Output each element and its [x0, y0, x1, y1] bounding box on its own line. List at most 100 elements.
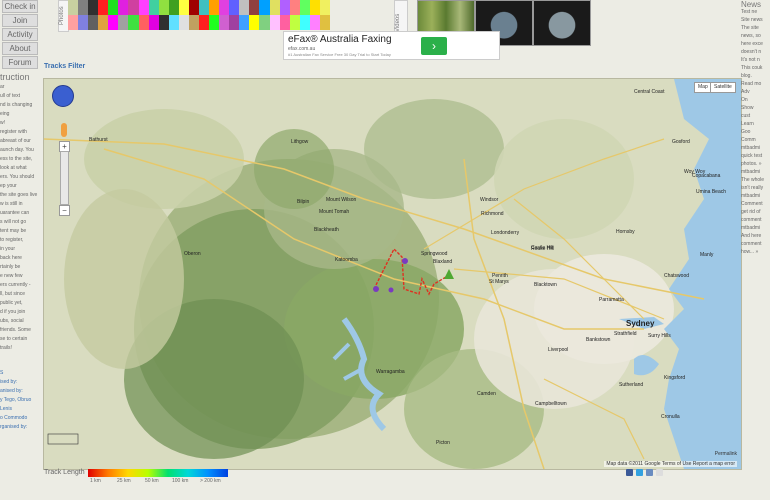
permalink-link[interactable]: Permalink: [715, 451, 737, 457]
ad-description: #1 Australian Fax Service Free 30 Day Tr…: [288, 52, 391, 57]
pan-control[interactable]: [52, 85, 74, 107]
report-error-link[interactable]: Report a map error: [693, 461, 735, 467]
photo-thumbnail[interactable]: [319, 0, 330, 15]
photo-thumbnail[interactable]: [259, 15, 270, 30]
nav-check-in[interactable]: Check in: [2, 0, 38, 13]
photo-thumbnail[interactable]: [148, 15, 159, 30]
photo-thumbnail[interactable]: [138, 0, 149, 15]
right-sidebar-line: Comment: [741, 201, 763, 207]
facebook-icon[interactable]: [626, 469, 633, 476]
map-view[interactable]: Central Coast Gosford Woy Woy Umina Beach Co…: [43, 78, 742, 470]
right-sidebar-line: here exce: [741, 41, 763, 47]
photo-thumbnail[interactable]: [269, 15, 280, 30]
photo-thumbnail[interactable]: [138, 15, 149, 30]
photo-thumbnail[interactable]: [188, 0, 199, 15]
photo-thumbnail[interactable]: [229, 0, 240, 15]
photo-thumbnail[interactable]: [178, 15, 189, 30]
photo-thumbnail[interactable]: [128, 15, 139, 30]
photo-thumbnail[interactable]: [229, 15, 240, 30]
email-icon[interactable]: [645, 469, 653, 476]
chevron-right-icon[interactable]: ›: [421, 37, 447, 55]
photo-thumbnail[interactable]: [158, 15, 169, 30]
photo-thumbnail[interactable]: [118, 15, 129, 30]
photo-thumbnail[interactable]: [98, 0, 109, 15]
photo-thumbnail[interactable]: [68, 15, 79, 30]
video-thumbnail[interactable]: [533, 0, 591, 46]
photo-thumbnail[interactable]: [209, 15, 220, 30]
twitter-icon[interactable]: [635, 469, 643, 476]
nav-join[interactable]: Join: [2, 14, 38, 27]
sidebar-text-line: ers currently -: [0, 282, 31, 288]
photo-thumbnail[interactable]: [199, 15, 210, 30]
sidebar-text-line: look at what: [0, 165, 27, 171]
plus-one-icon[interactable]: [655, 469, 663, 476]
photo-thumbnail-strip[interactable]: [68, 0, 330, 30]
sidebar-text-line: s will not go: [0, 219, 27, 225]
sidebar-heading: truction: [0, 72, 30, 82]
right-sidebar-line: photos. »: [741, 161, 762, 167]
photo-thumbnail[interactable]: [239, 0, 250, 15]
zoom-slider[interactable]: [60, 151, 69, 205]
photo-thumbnail[interactable]: [88, 0, 99, 15]
ad-banner[interactable]: eFax® Australia Faxing efax.com.au #1 Au…: [283, 31, 500, 60]
photo-thumbnail[interactable]: [128, 0, 139, 15]
photo-thumbnail[interactable]: [299, 0, 310, 15]
right-sidebar-line: And here: [741, 233, 762, 239]
photo-thumbnail[interactable]: [289, 15, 300, 30]
photo-thumbnail[interactable]: [269, 0, 280, 15]
map-type-satellite-button[interactable]: Satellite: [710, 82, 736, 93]
sidebar-text-line: trails!: [0, 345, 12, 351]
photo-thumbnail[interactable]: [219, 0, 230, 15]
photo-thumbnail[interactable]: [219, 15, 230, 30]
photo-thumbnail[interactable]: [209, 0, 220, 15]
place-label: Sutherland: [619, 382, 644, 388]
photo-thumbnail[interactable]: [199, 0, 210, 15]
photo-thumbnail[interactable]: [309, 0, 320, 15]
sidebar-text-line: se to certain: [0, 336, 28, 342]
photo-thumbnail[interactable]: [289, 0, 300, 15]
photo-thumbnail[interactable]: [158, 0, 169, 15]
photo-thumbnail[interactable]: [108, 15, 119, 30]
terms-link[interactable]: Terms of Use: [662, 461, 691, 467]
photo-thumbnail[interactable]: [88, 15, 99, 30]
photo-thumbnail[interactable]: [279, 15, 290, 30]
map-canvas[interactable]: [44, 79, 741, 469]
right-sidebar-line: The whole: [741, 177, 765, 183]
photo-thumbnail[interactable]: [188, 15, 199, 30]
photo-thumbnail[interactable]: [259, 0, 270, 15]
photo-thumbnail[interactable]: [249, 0, 260, 15]
ad-title[interactable]: eFax® Australia Faxing: [288, 34, 392, 45]
photo-thumbnail[interactable]: [249, 15, 260, 30]
street-view-pegman-icon[interactable]: [61, 123, 67, 137]
place-label: Rouse Hill: [531, 246, 554, 252]
place-label: Bilpin: [297, 199, 310, 205]
photo-thumbnail[interactable]: [148, 0, 159, 15]
social-share: [626, 469, 664, 478]
place-label: Sydney: [626, 319, 655, 328]
photo-thumbnail[interactable]: [108, 0, 119, 15]
photo-thumbnail[interactable]: [168, 15, 179, 30]
photo-thumbnail[interactable]: [178, 0, 189, 15]
zoom-out-button[interactable]: −: [59, 205, 70, 216]
nav-about[interactable]: About: [2, 42, 38, 55]
right-sidebar-line: mtbadmi: [741, 145, 761, 151]
photo-thumbnail[interactable]: [78, 0, 89, 15]
photo-thumbnail[interactable]: [309, 15, 320, 30]
right-sidebar-line: It's not n: [741, 57, 760, 63]
photo-thumbnail[interactable]: [78, 15, 89, 30]
place-label: Bankstown: [586, 337, 611, 343]
photo-thumbnail[interactable]: [118, 0, 129, 15]
nav-forum[interactable]: Forum: [2, 56, 38, 69]
photo-thumbnail[interactable]: [279, 0, 290, 15]
sidebar-footer-line: ised by:: [0, 379, 18, 385]
photo-thumbnail[interactable]: [98, 15, 109, 30]
photo-thumbnail[interactable]: [68, 0, 79, 15]
photo-thumbnail[interactable]: [239, 15, 250, 30]
photo-thumbnail[interactable]: [299, 15, 310, 30]
map-navigation-control[interactable]: + −: [49, 83, 79, 223]
tracks-filter-title[interactable]: Tracks Filter: [44, 63, 85, 70]
photo-thumbnail[interactable]: [319, 15, 330, 30]
nav-activity[interactable]: Activity: [2, 28, 38, 41]
photo-thumbnail[interactable]: [168, 0, 179, 15]
right-sidebar-line: Goo: [741, 129, 751, 135]
